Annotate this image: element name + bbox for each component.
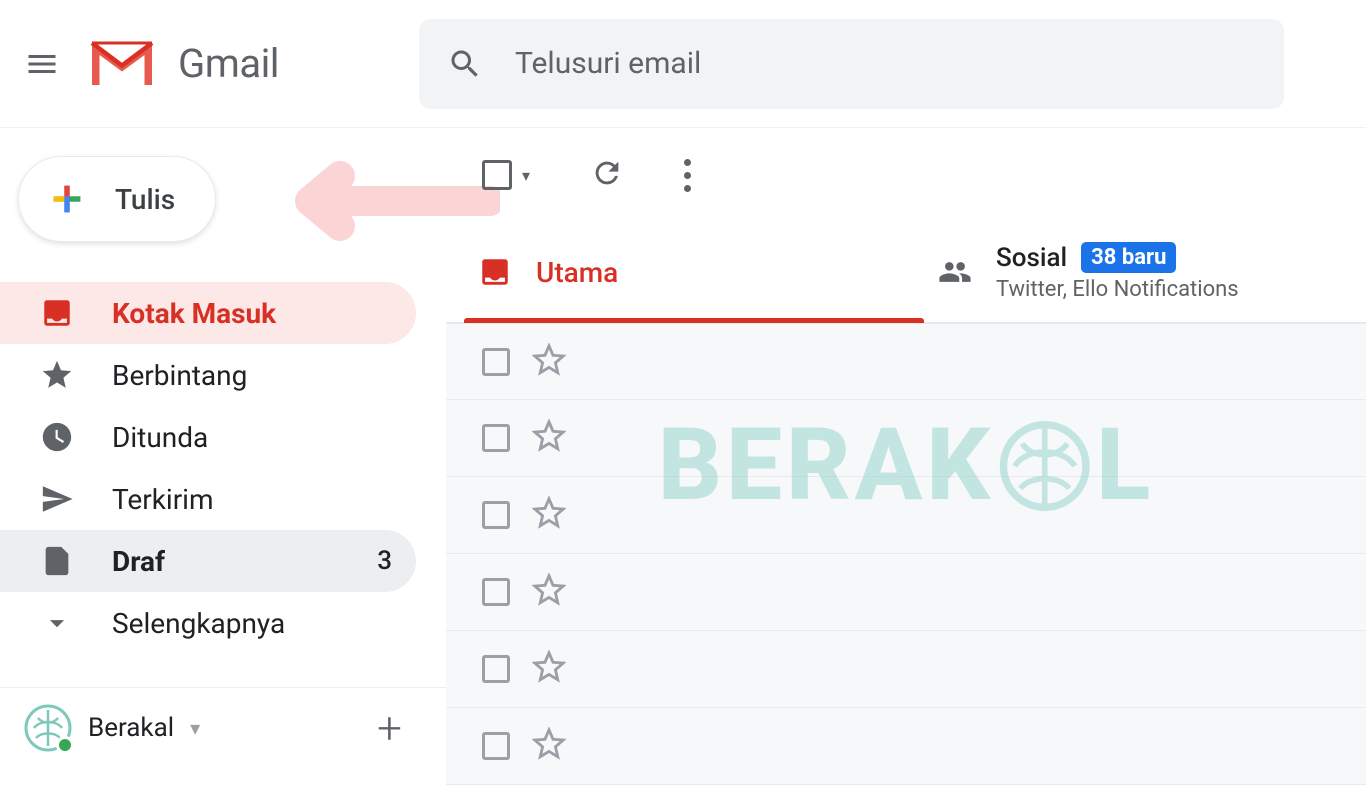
add-contact-button[interactable]: + <box>357 702 422 754</box>
tab-subtitle: Twitter, Ello Notifications <box>996 277 1239 302</box>
inbox-icon <box>40 296 74 330</box>
brand-name: Gmail <box>178 40 279 87</box>
search-input[interactable] <box>515 46 1256 81</box>
chevron-down-icon <box>40 606 74 640</box>
mail-row[interactable] <box>446 400 1366 477</box>
hamburger-icon <box>24 46 60 82</box>
dot-icon <box>684 159 691 166</box>
dropdown-caret-icon: ▾ <box>522 166 530 185</box>
sidebar-item-label: Terkirim <box>112 483 392 516</box>
tab-label: Utama <box>536 256 618 289</box>
row-star[interactable] <box>532 343 566 381</box>
tab-primary[interactable]: Utama <box>446 222 906 322</box>
sidebar-item-inbox[interactable]: Kotak Masuk <box>0 282 416 344</box>
caret-down-icon[interactable]: ▾ <box>190 716 200 740</box>
search-icon <box>447 46 483 82</box>
mail-toolbar: ▾ <box>446 128 1366 222</box>
row-star[interactable] <box>532 573 566 611</box>
mail-row[interactable] <box>446 708 1366 785</box>
main-content: ▾ Utama Sosial 38 baru <box>446 128 1366 768</box>
new-count-badge: 38 baru <box>1081 242 1176 273</box>
sidebar-nav: Kotak Masuk Berbintang Ditunda Terkirim … <box>0 282 446 654</box>
compose-label: Tulis <box>115 183 175 216</box>
sidebar-item-label: Ditunda <box>112 421 392 454</box>
gmail-logo-icon <box>86 37 158 91</box>
sidebar-item-label: Draf <box>112 545 339 578</box>
status-online-dot <box>56 736 74 754</box>
tab-social[interactable]: Sosial 38 baru Twitter, Ello Notificatio… <box>906 222 1366 322</box>
sidebar-item-sent[interactable]: Terkirim <box>0 468 416 530</box>
send-icon <box>40 482 74 516</box>
checkbox-icon <box>482 160 512 190</box>
file-icon <box>40 544 74 578</box>
row-star[interactable] <box>532 496 566 534</box>
row-star[interactable] <box>532 650 566 688</box>
tab-label: Sosial <box>996 243 1067 273</box>
dot-icon <box>684 172 691 179</box>
sidebar: Tulis Kotak Masuk Berbintang Ditunda Ter… <box>0 128 446 768</box>
row-checkbox[interactable] <box>482 655 510 683</box>
people-icon <box>938 255 972 289</box>
plus-multicolor-icon <box>43 175 91 223</box>
drafts-count: 3 <box>377 546 392 576</box>
sidebar-item-drafts[interactable]: Draf 3 <box>0 530 416 592</box>
mail-row[interactable] <box>446 323 1366 400</box>
main-menu-button[interactable] <box>18 40 66 88</box>
row-checkbox[interactable] <box>482 424 510 452</box>
sidebar-item-label: Berbintang <box>112 359 392 392</box>
row-star[interactable] <box>532 419 566 457</box>
row-checkbox[interactable] <box>482 348 510 376</box>
mail-row[interactable] <box>446 554 1366 631</box>
sidebar-item-label: Kotak Masuk <box>112 297 392 330</box>
compose-button[interactable]: Tulis <box>18 156 216 242</box>
row-star[interactable] <box>532 727 566 765</box>
sidebar-item-starred[interactable]: Berbintang <box>0 344 416 406</box>
sidebar-item-snoozed[interactable]: Ditunda <box>0 406 416 468</box>
select-all-checkbox[interactable]: ▾ <box>482 160 530 190</box>
row-checkbox[interactable] <box>482 732 510 760</box>
inbox-tab-icon <box>478 255 512 289</box>
search-bar[interactable] <box>419 19 1284 109</box>
hangouts-footer: Berakal ▾ + <box>0 687 446 768</box>
gmail-logo-wrap[interactable]: Gmail <box>86 37 279 91</box>
dot-icon <box>684 185 691 192</box>
clock-icon <box>40 420 74 454</box>
refresh-button[interactable] <box>590 156 624 194</box>
row-checkbox[interactable] <box>482 501 510 529</box>
row-checkbox[interactable] <box>482 578 510 606</box>
header: Gmail <box>0 0 1366 128</box>
more-actions-button[interactable] <box>684 159 691 192</box>
hangout-avatar[interactable] <box>24 704 72 752</box>
sidebar-item-more[interactable]: Selengkapnya <box>0 592 416 654</box>
hangout-name: Berakal <box>88 713 174 743</box>
mail-row[interactable] <box>446 631 1366 708</box>
mail-list <box>446 323 1366 785</box>
mail-row[interactable] <box>446 477 1366 554</box>
active-tab-underline <box>464 318 924 323</box>
star-icon <box>40 358 74 392</box>
category-tabs: Utama Sosial 38 baru Twitter, Ello Notif… <box>446 222 1366 323</box>
refresh-icon <box>590 156 624 190</box>
sidebar-item-label: Selengkapnya <box>112 607 392 640</box>
